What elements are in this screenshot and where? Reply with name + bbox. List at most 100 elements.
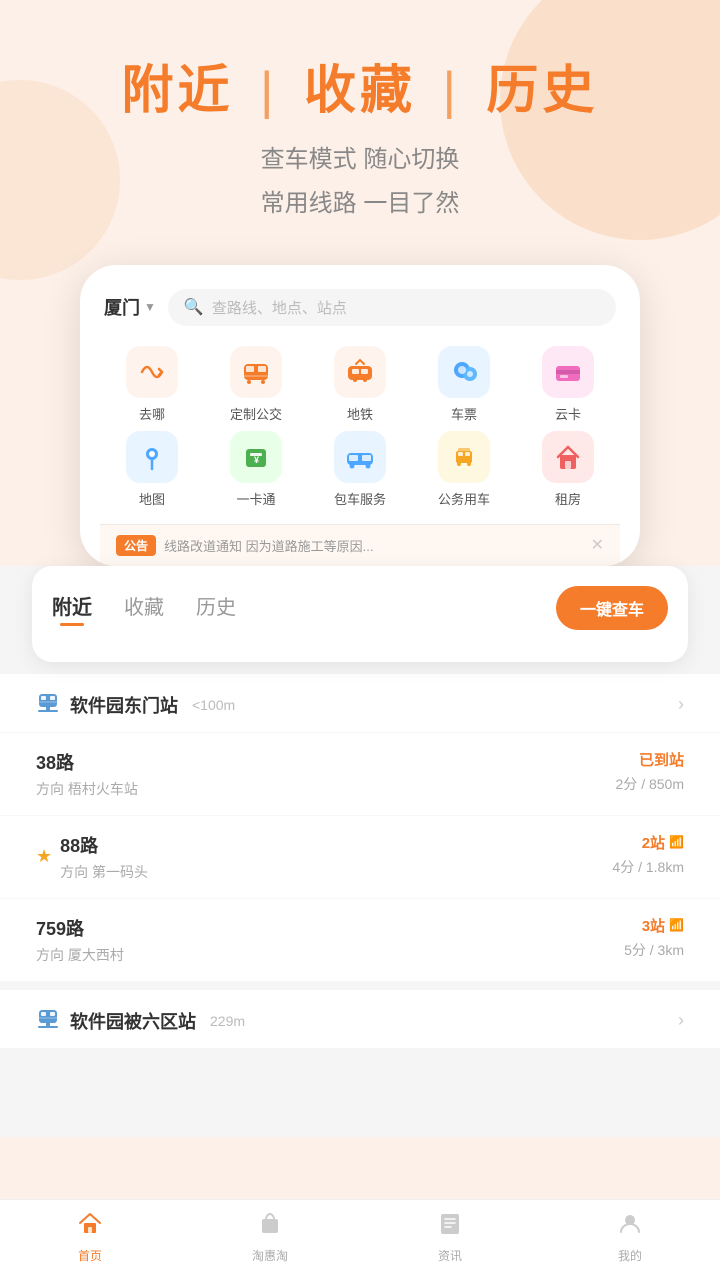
station-1: 软件园东门站 <100m › 38路 方向 梧村火车站 已到站 2分 / 850…	[0, 674, 720, 982]
bus-88-time: 4分 / 1.8km	[612, 857, 684, 877]
bus-88-number: 88路	[60, 832, 148, 858]
bus-759-direction: 方向 厦大西村	[36, 945, 124, 965]
icon-transit-label: 一卡通	[236, 489, 275, 508]
icon-metro-label: 地铁	[347, 404, 373, 423]
quick-check-button[interactable]: 一键查车	[556, 586, 668, 630]
icon-ticket[interactable]: 车票	[412, 346, 516, 423]
hero-title-part1: 附近	[122, 62, 234, 120]
bus-38-right: 已到站 2分 / 850m	[616, 749, 684, 794]
notice-tag: 公告	[116, 535, 156, 556]
home-icon	[77, 1210, 103, 1243]
hero-title-part2: 收藏	[304, 62, 416, 120]
hero-title: 附近 | 收藏 | 历史	[0, 60, 720, 122]
station-1-name: 软件园东门站	[70, 692, 178, 718]
station-2-arrow-icon: ›	[678, 1010, 684, 1031]
nav-shop-label: 淘惠淘	[252, 1247, 288, 1264]
bus-759-status-wrapper: 3站 📶	[642, 915, 684, 936]
bus-stop-icon-2	[36, 1006, 60, 1036]
bus-759-time: 5分 / 3km	[624, 940, 684, 960]
icon-charter-label: 包车服务	[334, 489, 386, 508]
search-placeholder: 查路线、地点、站点	[212, 297, 347, 318]
tab-row: 附近 收藏 历史 一键查车	[52, 566, 668, 642]
icon-quna-circle	[126, 346, 178, 398]
star-icon-88: ★	[36, 846, 52, 867]
bus-38-direction: 方向 梧村火车站	[36, 779, 138, 799]
bus-38-time: 2分 / 850m	[616, 774, 684, 794]
hero-subtitle-line2: 常用线路 一目了然	[0, 182, 720, 225]
icon-quna-label: 去哪	[139, 404, 165, 423]
icon-card-label: 云卡	[555, 404, 581, 423]
icon-rental[interactable]: 租房	[516, 431, 620, 508]
bottom-nav: 首页 淘惠淘 资讯 我的	[0, 1199, 720, 1280]
bus-stop-icon-1	[36, 690, 60, 720]
bus-88-direction: 方向 第一码头	[60, 862, 148, 882]
hero-divider-1: |	[260, 62, 296, 120]
icon-ticket-label: 车票	[451, 404, 477, 423]
bus-88-status-wrapper: 2站 📶	[642, 832, 684, 853]
search-bar[interactable]: 🔍 查路线、地点、站点	[168, 289, 616, 326]
svg-text:¥: ¥	[254, 455, 259, 465]
icon-transit-circle: ¥	[230, 431, 282, 483]
tab-panel: 附近 收藏 历史 一键查车	[32, 566, 688, 662]
hero-title-part3: 历史	[486, 62, 598, 120]
notice-bar: 公告 线路改道通知 因为道路施工等原因... ✕	[100, 524, 620, 566]
bus-row-759[interactable]: 759路 方向 厦大西村 3站 📶 5分 / 3km	[0, 899, 720, 982]
nav-profile[interactable]: 我的	[590, 1210, 670, 1264]
icon-quna[interactable]: 去哪	[100, 346, 204, 423]
tab-nearby[interactable]: 附近	[52, 591, 92, 624]
bus-row-38[interactable]: 38路 方向 梧村火车站 已到站 2分 / 850m	[0, 733, 720, 816]
icon-map[interactable]: 地图	[100, 431, 204, 508]
hero-subtitle-line1: 查车模式 随心切换	[0, 138, 720, 181]
station-1-header[interactable]: 软件园东门站 <100m ›	[0, 674, 720, 733]
hero-divider-2: |	[442, 62, 478, 120]
icon-rental-label: 租房	[555, 489, 581, 508]
realtime-icon-88: 📶	[669, 835, 684, 849]
search-icon: 🔍	[184, 297, 204, 317]
bus-759-number: 759路	[36, 915, 124, 941]
bus-88-status: 2站	[642, 832, 665, 853]
notice-text: 线路改道通知 因为道路施工等原因...	[164, 536, 583, 555]
icon-metro[interactable]: 地铁	[308, 346, 412, 423]
station-1-distance: <100m	[192, 697, 235, 713]
icon-bus-label: 定制公交	[230, 404, 282, 423]
content-area: 附近 收藏 历史 一键查车	[0, 566, 720, 1137]
icon-bus[interactable]: 定制公交	[204, 346, 308, 423]
icon-transit[interactable]: ¥ 一卡通	[204, 431, 308, 508]
icon-charter-circle	[334, 431, 386, 483]
tab-favorites[interactable]: 收藏	[124, 591, 164, 624]
nav-news-label: 资讯	[438, 1247, 462, 1264]
station-2-name: 软件园被六区站	[70, 1008, 196, 1034]
city-selector[interactable]: 厦门 ▼	[104, 294, 156, 320]
icon-card[interactable]: 云卡	[516, 346, 620, 423]
bus-88-right: 2站 📶 4分 / 1.8km	[612, 832, 684, 877]
hero-subtitle: 查车模式 随心切换 常用线路 一目了然	[0, 138, 720, 224]
icon-map-circle	[126, 431, 178, 483]
station-2-distance: 229m	[210, 1013, 245, 1029]
icon-official-car[interactable]: 公务用车	[412, 431, 516, 508]
station-2: 软件园被六区站 229m ›	[0, 990, 720, 1049]
bus-38-status: 已到站	[639, 749, 684, 770]
shop-icon	[257, 1210, 283, 1243]
bus-38-number: 38路	[36, 749, 138, 775]
tab-history[interactable]: 历史	[196, 591, 236, 624]
icon-grid: 去哪 定制公交	[100, 342, 620, 524]
bus-759-right: 3站 📶 5分 / 3km	[624, 915, 684, 960]
bus-row-88[interactable]: ★ 88路 方向 第一码头 2站 📶 4分 / 1.8km	[0, 816, 720, 899]
city-arrow-icon: ▼	[144, 300, 156, 314]
icon-ticket-circle	[438, 346, 490, 398]
icon-charter[interactable]: 包车服务	[308, 431, 412, 508]
news-icon	[437, 1210, 463, 1243]
icon-metro-circle	[334, 346, 386, 398]
bus-38-left: 38路 方向 梧村火车站	[36, 749, 138, 799]
station-2-header[interactable]: 软件园被六区站 229m ›	[0, 990, 720, 1049]
icon-bus-circle	[230, 346, 282, 398]
nav-home[interactable]: 首页	[50, 1210, 130, 1264]
nav-shop[interactable]: 淘惠淘	[230, 1210, 310, 1264]
icon-official-car-circle	[438, 431, 490, 483]
notice-close-icon[interactable]: ✕	[591, 535, 604, 555]
nav-news[interactable]: 资讯	[410, 1210, 490, 1264]
realtime-icon-759: 📶	[669, 918, 684, 932]
nav-profile-label: 我的	[618, 1247, 642, 1264]
city-name: 厦门	[104, 294, 140, 320]
profile-icon	[617, 1210, 643, 1243]
